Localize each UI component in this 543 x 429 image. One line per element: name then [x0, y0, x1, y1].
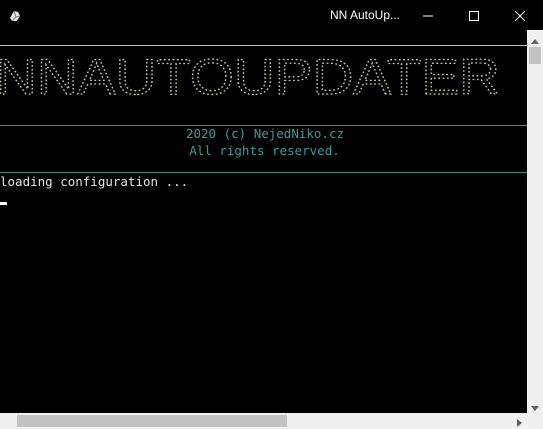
vertical-scroll-thumb[interactable] [529, 47, 541, 64]
console-window: NN AutoUp... NNAUTOUPDATER 2020 (c) Neje… [0, 0, 543, 429]
scroll-down-button[interactable] [527, 397, 543, 413]
copyright-line: 2020 (c) NejedNiko.cz [185, 126, 345, 141]
text-cursor [0, 202, 7, 205]
vertical-scrollbar[interactable] [527, 30, 543, 413]
arrow-right-icon [516, 412, 522, 429]
horizontal-scroll-thumb[interactable] [17, 415, 287, 427]
maximize-button[interactable] [451, 0, 497, 30]
banner-text: NNAUTOUPDATER [0, 56, 500, 102]
scroll-up-button[interactable] [527, 30, 543, 46]
arrow-down-icon [531, 396, 539, 415]
rights-line: All rights reserved. [189, 143, 340, 158]
console-output[interactable]: NNAUTOUPDATER 2020 (c) NejedNiko.cz All … [0, 30, 527, 413]
minimize-icon [423, 6, 433, 25]
close-icon [514, 6, 526, 25]
window-title: NN AutoUp... [329, 8, 401, 22]
header-divider [0, 172, 527, 173]
banner-top-divider [0, 45, 527, 46]
console-app-icon[interactable] [8, 8, 22, 22]
close-button[interactable] [497, 0, 543, 30]
scrollbar-corner [527, 413, 543, 429]
title-bar[interactable]: NN AutoUp... [0, 0, 543, 30]
scroll-right-button[interactable] [511, 413, 527, 429]
ascii-banner: NNAUTOUPDATER [0, 56, 501, 102]
log-line: loading configuration ... [0, 174, 189, 189]
minimize-button[interactable] [405, 0, 451, 30]
horizontal-scrollbar[interactable] [0, 413, 527, 429]
maximize-icon [469, 6, 479, 25]
arrow-up-icon [531, 29, 539, 48]
